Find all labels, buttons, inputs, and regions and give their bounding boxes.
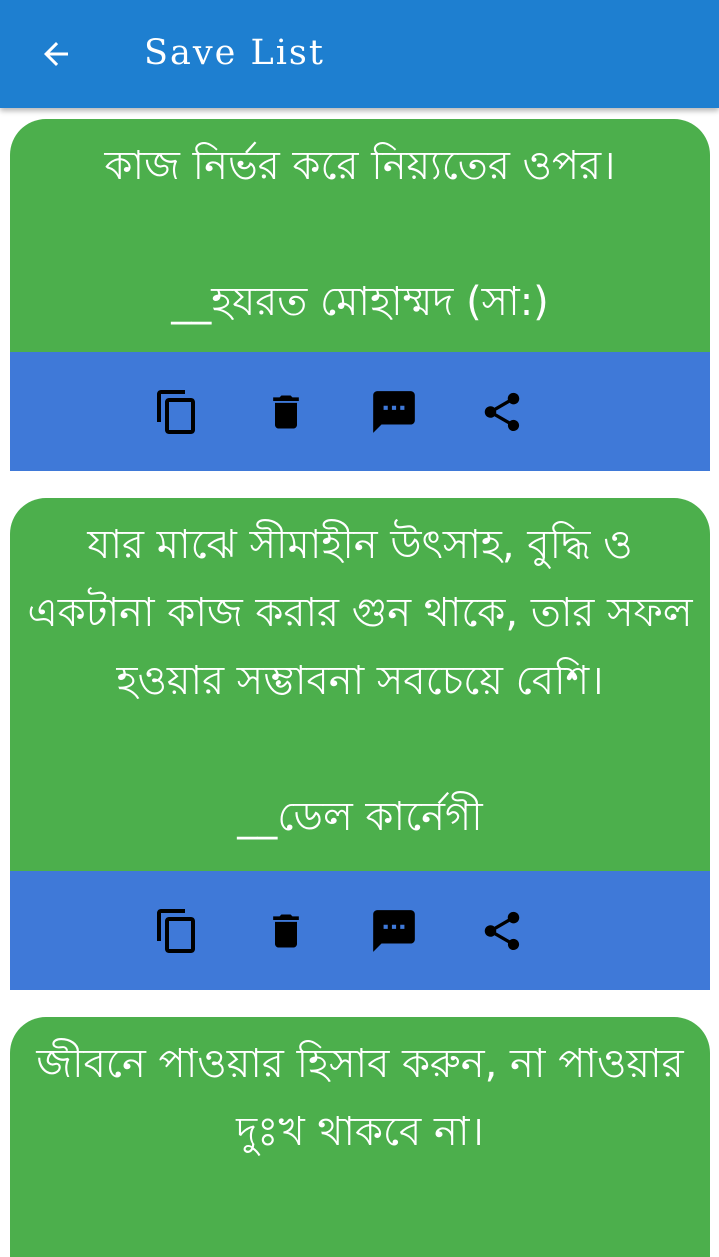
copy-icon: [157, 909, 195, 953]
quote-text: যার মাঝে সীমাহীন উৎসাহ, বুদ্ধি ও একটানা …: [27, 522, 693, 704]
quote-card: কাজ নির্ভর করে নিয়্যতের ওপর। __হযরত মোহ…: [10, 119, 710, 471]
message-button[interactable]: [368, 386, 420, 438]
copy-button[interactable]: [151, 386, 203, 438]
back-button[interactable]: [26, 24, 86, 84]
app-bar: Save List: [0, 0, 719, 108]
arrow-back-icon: [44, 42, 68, 66]
quote-text: কাজ নির্ভর করে নিয়্যতের ওপর।: [104, 143, 616, 189]
share-button[interactable]: [476, 905, 528, 957]
quote-card: জীবনে পাওয়ার হিসাব করুন, না পাওয়ার দুঃ…: [10, 1017, 710, 1257]
delete-icon: [273, 395, 299, 429]
message-icon: [373, 910, 415, 952]
card-action-bar: [10, 352, 710, 471]
quote-author: __হযরত মোহাম্মদ (সা:): [171, 279, 549, 325]
delete-button[interactable]: [260, 905, 312, 957]
message-button[interactable]: [368, 905, 420, 957]
share-icon: [484, 911, 520, 951]
copy-icon: [157, 390, 195, 434]
card-action-bar: [10, 871, 710, 990]
message-icon: [373, 391, 415, 433]
quote-card: যার মাঝে সীমাহীন উৎসাহ, বুদ্ধি ও একটানা …: [10, 498, 710, 990]
quote-author: __ডেল কার্নেগী: [237, 794, 483, 840]
page-title: Save List: [144, 33, 325, 73]
delete-button[interactable]: [260, 386, 312, 438]
quote-text: জীবনে পাওয়ার হিসাব করুন, না পাওয়ার দুঃ…: [36, 1041, 684, 1155]
copy-button[interactable]: [151, 905, 203, 957]
delete-icon: [273, 914, 299, 948]
share-button[interactable]: [476, 386, 528, 438]
share-icon: [484, 392, 520, 432]
